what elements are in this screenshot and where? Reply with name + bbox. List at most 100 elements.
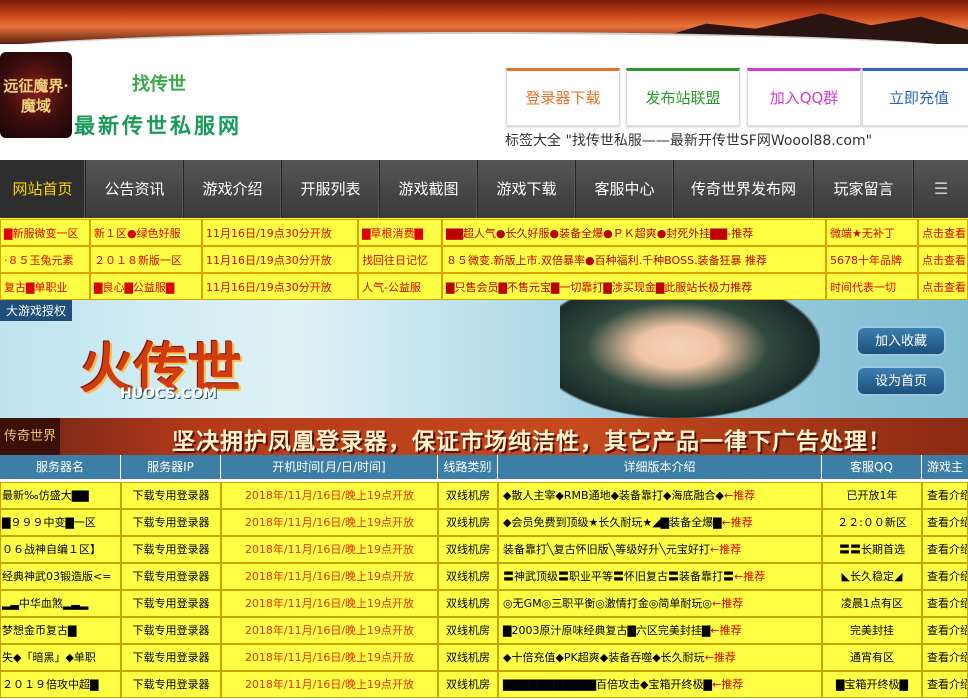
version-desc-cell[interactable]: ◆十倍充值◆PK超爽◆装备吞噬◆长久耐玩←推荐 [498,644,822,671]
table-row: 梦想金币复古▇ 下载专用登录器 2018年/11月/16日/晚上19点开放 双线机房 ▇… [0,617,968,644]
service-qq-cell: ２２:００新区 [822,509,922,536]
view-intro-link[interactable]: 查看介绍 [922,482,968,509]
recommend-tag: ←推荐 [734,570,766,583]
service-qq-cell: 完美封挂 [822,617,922,644]
version-desc-cell[interactable]: ▇▇▇▇▇▇▇▇▇▇▇百倍攻击◆宝箱开终极▇←推荐 [498,671,822,698]
view-intro-link[interactable]: 查看介绍 [922,563,968,590]
recommend-tag: ←推荐 [704,651,736,664]
version-desc-text: 〓神武顶级〓职业平等〓怀旧复古〓装备靠打〓 [503,570,734,583]
nav-server-list[interactable]: 开服列表 [282,160,380,218]
nav-guestbook[interactable]: 玩家留言 [814,160,914,218]
ad-link[interactable]: 11月16日/19点30分开放 [202,273,358,300]
open-time-cell: 2018年/11月/16日/晚上19点开放 [221,563,438,590]
table-row: ２０１９倍攻中超▇ 下载专用登录器 2018年/11月/16日/晚上19点开放 双线机… [0,671,968,698]
launcher-download-link[interactable]: 下载专用登录器 [121,563,221,590]
launcher-download-link[interactable]: 下载专用登录器 [121,509,221,536]
table-header: 服务器名 服务器IP 开机时间[月/日/时间] 线路类别 详细版本介绍 客服QQ… [0,455,968,498]
launcher-download-link[interactable]: 下载专用登录器 [121,482,221,509]
view-intro-link[interactable]: 查看介绍 [922,590,968,617]
server-name-cell[interactable]: 最新‰仿盛大▇▇ [0,482,121,509]
server-list-table: 服务器名 服务器IP 开机时间[月/日/时间] 线路类别 详细版本介绍 客服QQ… [0,455,968,700]
launcher-download-link[interactable]: 下载专用登录器 [121,617,221,644]
service-qq-cell: 凌晨1点有区 [822,590,922,617]
ad-link[interactable]: ２０１８新版一区 [90,246,202,273]
recharge-button[interactable]: 立即充值 [862,68,968,126]
server-name-cell[interactable]: ▂▃中华血煞▂▃▂ [0,590,121,617]
view-intro-link[interactable]: 查看介绍 [922,671,968,698]
server-name-cell[interactable]: ▇９９９中变▇一区 [0,509,121,536]
ad-link[interactable]: ▇良心▇公益服▇ [90,273,202,300]
view-intro-link[interactable]: 查看介绍 [922,617,968,644]
launcher-download-link[interactable]: 下载专用登录器 [121,590,221,617]
ad-link[interactable]: 复古▇单职业 [0,273,90,300]
game-banner[interactable]: 大游戏授权 火传世 HUOCS.COM 加入收藏 设为首页 [0,300,968,418]
version-desc-cell[interactable]: ▇2003原汁原味经典复古▇六区完美封挂▇←推荐 [498,617,822,644]
ad-link[interactable]: ▇草根消费▇ [358,219,442,246]
launcher-download-link[interactable]: 下载专用登录器 [121,536,221,563]
ad-link[interactable]: ▇▇超人气●长久好服●装备全爆●ＰＫ超爽●封死外挂▇▇-推荐 [442,219,826,246]
ad-link[interactable]: 11月16日/19点30分开放 [202,246,358,273]
recommend-tag: ←推荐 [710,624,742,637]
menu-icon[interactable]: ☰ [914,160,968,218]
version-desc-text: ◆会员免费到顶级★长久耐玩★◢▇装备全爆▇ [503,516,722,529]
ad-link[interactable]: 点击查看 [918,219,968,246]
ad-link[interactable]: 找回往日记忆 [358,246,442,273]
open-time-cell: 2018年/11月/16日/晚上19点开放 [221,482,438,509]
publish-alliance-button[interactable]: 发布站联盟 [626,68,740,126]
service-qq-cell: ◣长久稳定◢ [822,563,922,590]
open-time-cell: 2018年/11月/16日/晚上19点开放 [221,590,438,617]
site-logo[interactable]: 远征魔界·魔域 [0,52,72,138]
ad-links-grid: ▇新服微变一区 新１区●绿色好服 11月16日/19点30分开放 ▇草根消费▇ … [0,218,968,300]
server-name-cell[interactable]: ０６战神自编１区】 [0,536,121,563]
col-game-home: 游戏主页 [926,460,963,498]
ad-link[interactable]: ▇新服微变一区 [0,219,90,246]
ad-link[interactable]: 11月16日/19点30分开放 [202,219,358,246]
recommend-tag: ←推荐 [712,597,744,610]
ad-link[interactable]: 微端★无补丁 [826,219,918,246]
version-desc-cell[interactable]: 〓神武顶级〓职业平等〓怀旧复古〓装备靠打〓←推荐 [498,563,822,590]
ad-link[interactable]: ▇只售会员▇不售元宝▇一切靠打▇涉买现金▇此服站长极力推荐 [442,273,826,300]
line-type-cell: 双线机房 [438,536,498,563]
view-intro-link[interactable]: 查看介绍 [922,536,968,563]
ad-link[interactable]: 点击查看 [918,246,968,273]
ad-link[interactable]: 5678十年品牌 [826,246,918,273]
col-service-qq: 客服QQ [822,455,922,479]
set-homepage-button[interactable]: 设为首页 [856,366,946,396]
nav-news[interactable]: 公告资讯 [86,160,184,218]
nav-game-intro[interactable]: 游戏介绍 [184,160,282,218]
nav-home[interactable]: 网站首页 [0,160,86,218]
ad-link[interactable]: 新１区●绿色好服 [90,219,202,246]
ad-link[interactable]: ８５微变.新版上市.双倍暴率●百种福利.千种BOSS.装备狂暴 推荐 [442,246,826,273]
version-desc-cell[interactable]: ◆会员免费到顶级★长久耐玩★◢▇装备全爆▇←推荐 [498,509,822,536]
download-launcher-button[interactable]: 登录器下载 [506,68,620,126]
view-intro-link[interactable]: 查看介绍 [922,509,968,536]
top-banner-image [0,0,968,44]
view-intro-link[interactable]: 查看介绍 [922,644,968,671]
ad-link[interactable]: 时间代表一切 [826,273,918,300]
server-name-cell[interactable]: 梦想金币复古▇ [0,617,121,644]
nav-screenshots[interactable]: 游戏截图 [380,160,478,218]
version-desc-cell[interactable]: 装备靠打╲复古怀旧版╲等级好升╲元宝好打←推荐 [498,536,822,563]
join-qq-group-button[interactable]: 加入QQ群 [747,68,861,126]
server-name-cell[interactable]: 经典神武03锻造版<= [0,563,121,590]
slogan-line-2: 最新传世私服网 [74,113,242,138]
ad-link[interactable]: ·８５玉兔元素 [0,246,90,273]
ad-link[interactable]: 人气-公益服 [358,273,442,300]
game-site-url: HUOCS.COM [120,386,218,402]
launcher-download-link[interactable]: 下载专用登录器 [121,644,221,671]
line-type-cell: 双线机房 [438,644,498,671]
ad-link[interactable]: 点击查看 [918,273,968,300]
ad-row: ▇新服微变一区 新１区●绿色好服 11月16日/19点30分开放 ▇草根消费▇ … [0,219,968,246]
nav-support[interactable]: 客服中心 [576,160,674,218]
nav-download[interactable]: 游戏下载 [478,160,576,218]
server-name-cell[interactable]: ２０１９倍攻中超▇ [0,671,121,698]
open-time-cell: 2018年/11月/16日/晚上19点开放 [221,671,438,698]
server-name-cell[interactable]: 失◆「暗黑」◆单职 [0,644,121,671]
launcher-download-link[interactable]: 下载专用登录器 [121,671,221,698]
line-type-cell: 双线机房 [438,482,498,509]
nav-release-site[interactable]: 传奇世界发布网 [674,160,814,218]
add-favorite-button[interactable]: 加入收藏 [856,326,946,356]
version-desc-cell[interactable]: ◎无GM◎三职平衡◎激情打金◎简单耐玩◎←推荐 [498,590,822,617]
version-desc-cell[interactable]: ◆散人主宰◆RMB通地◆装备靠打◆海底融合◆←推荐 [498,482,822,509]
version-desc-text: ▇2003原汁原味经典复古▇六区完美封挂▇ [503,624,711,637]
